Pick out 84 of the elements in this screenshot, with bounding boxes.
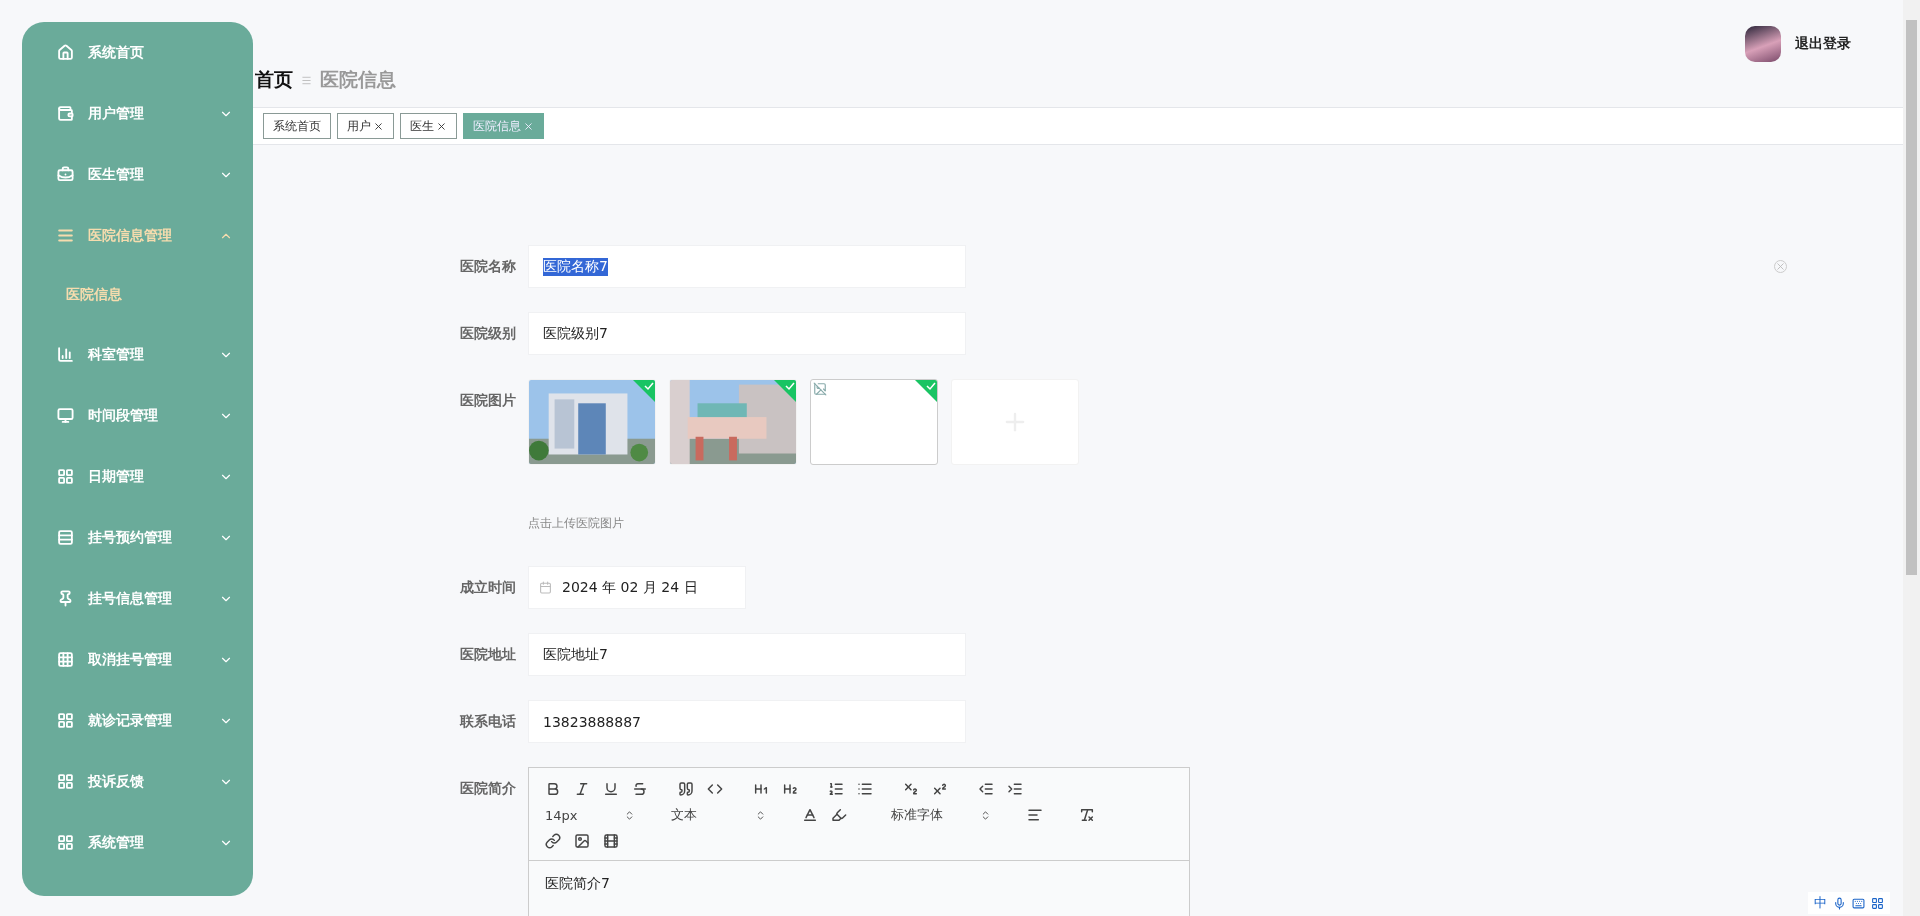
- image-icon[interactable]: [574, 833, 590, 849]
- broken-image-icon: [813, 382, 827, 396]
- upload-hint: 点击上传医院图片: [528, 515, 625, 532]
- sidebar-item[interactable]: 投诉反馈: [22, 751, 253, 812]
- editor-content[interactable]: 医院简介7: [529, 861, 1189, 916]
- text-color-icon[interactable]: [802, 807, 818, 823]
- grid-icon[interactable]: [1871, 896, 1884, 910]
- tab[interactable]: 医生: [400, 113, 457, 139]
- calendar-icon: [539, 581, 552, 594]
- date-field[interactable]: 2024 年 02 月 24 日: [528, 566, 746, 609]
- sidebar-item[interactable]: 系统管理: [22, 812, 253, 873]
- scrollbar-thumb[interactable]: [1906, 20, 1917, 575]
- ordered-list-icon[interactable]: [828, 781, 844, 797]
- logout-link[interactable]: 退出登录: [1795, 35, 1851, 53]
- grid-icon: [57, 468, 74, 485]
- heading-two-icon[interactable]: [782, 781, 798, 797]
- outdent-icon[interactable]: [978, 781, 994, 797]
- close-icon[interactable]: [373, 120, 384, 132]
- monitor-icon: [57, 407, 74, 424]
- text-field[interactable]: 医院地址7: [528, 633, 966, 676]
- grid-icon: [57, 773, 74, 790]
- scrollbar[interactable]: [1903, 0, 1920, 916]
- ime-mode[interactable]: 中: [1814, 894, 1827, 912]
- select-arrows-icon: [624, 809, 635, 821]
- sidebar-item[interactable]: 挂号预约管理: [22, 507, 253, 568]
- sidebar-item[interactable]: 日期管理: [22, 446, 253, 507]
- indent-icon[interactable]: [1007, 781, 1023, 797]
- grid-icon: [57, 651, 74, 668]
- font-select[interactable]: 标准字体: [891, 806, 991, 824]
- field-label: 医院图片: [459, 391, 516, 410]
- close-icon[interactable]: [436, 120, 447, 132]
- italic-icon[interactable]: [574, 781, 590, 797]
- separator-icon: [301, 74, 312, 86]
- subscript-icon[interactable]: [903, 781, 919, 797]
- briefcase-icon: [57, 166, 74, 183]
- field-label: 医院简介: [459, 779, 516, 798]
- sidebar-item[interactable]: 取消挂号管理: [22, 629, 253, 690]
- quote-icon[interactable]: [678, 781, 694, 797]
- film-icon[interactable]: [603, 833, 619, 849]
- sidebar-item[interactable]: 用户管理: [22, 83, 253, 144]
- text-field[interactable]: 13823888887: [528, 700, 966, 743]
- bullet-list-icon[interactable]: [857, 781, 873, 797]
- bar-chart-icon: [57, 346, 74, 363]
- sidebar-item[interactable]: 时间段管理: [22, 385, 253, 446]
- field-label: 医院名称: [459, 257, 516, 276]
- keyboard-icon[interactable]: [1852, 896, 1865, 910]
- home-icon: [57, 44, 74, 61]
- heading-select[interactable]: 文本: [671, 806, 766, 824]
- field-label: 成立时间: [459, 578, 516, 597]
- list-icon: [57, 227, 74, 244]
- rows-icon: [57, 529, 74, 546]
- breadcrumb-current: 医院信息: [320, 67, 396, 92]
- underline-icon[interactable]: [603, 781, 619, 797]
- sidebar-item[interactable]: 挂号信息管理: [22, 568, 253, 629]
- pin-icon: [57, 590, 74, 607]
- field-label: 医院地址: [459, 645, 516, 664]
- align-left-icon[interactable]: [1027, 807, 1043, 823]
- select-arrows-icon: [755, 809, 766, 821]
- sidebar-item[interactable]: 就诊记录管理: [22, 690, 253, 751]
- clear-format-icon[interactable]: [1079, 807, 1095, 823]
- grid-icon: [57, 834, 74, 851]
- sidebar-item[interactable]: 科室管理: [22, 324, 253, 385]
- field-label: 联系电话: [458, 712, 516, 731]
- heading-one-icon[interactable]: [753, 781, 769, 797]
- microphone-icon[interactable]: [1833, 896, 1846, 910]
- field-label: 医院级别: [459, 324, 516, 343]
- avatar: [1745, 26, 1781, 62]
- code-icon[interactable]: [707, 781, 723, 797]
- bold-icon[interactable]: [545, 781, 561, 797]
- select-arrows-icon: [980, 809, 991, 821]
- text-field[interactable]: 医院级别7: [528, 312, 966, 355]
- tab[interactable]: 系统首页: [263, 113, 331, 139]
- strikethrough-icon[interactable]: [632, 781, 648, 797]
- tab[interactable]: 用户: [337, 113, 394, 139]
- sidebar-item[interactable]: 医生管理: [22, 144, 253, 205]
- superscript-icon[interactable]: [932, 781, 948, 797]
- font-size-select[interactable]: 14px: [545, 807, 635, 823]
- wallet-icon: [57, 105, 74, 122]
- breadcrumb-link[interactable]: 首页: [255, 67, 293, 93]
- sidebar-item[interactable]: 系统首页: [22, 22, 253, 83]
- link-icon[interactable]: [545, 833, 561, 849]
- grid-icon: [57, 712, 74, 729]
- text-field[interactable]: 医院名称7: [528, 245, 966, 288]
- highlight-icon[interactable]: [831, 807, 847, 823]
